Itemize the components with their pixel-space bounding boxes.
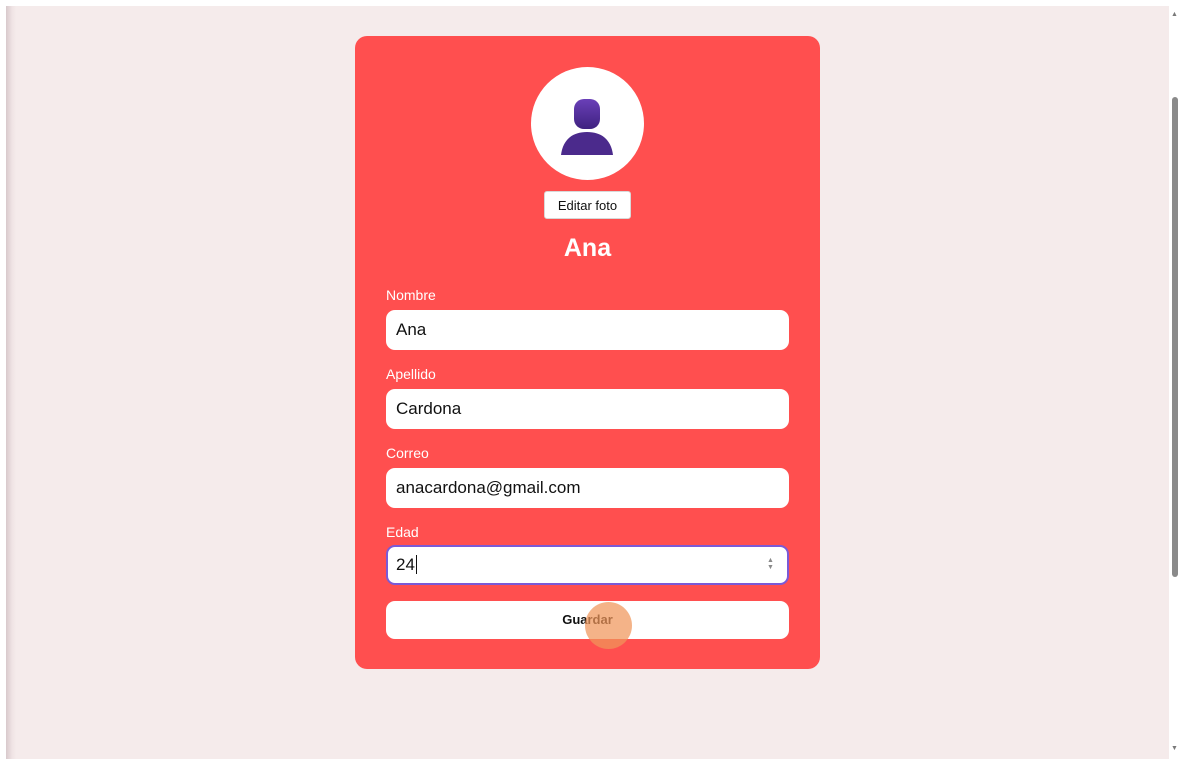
save-button[interactable]: Guardar <box>386 601 789 639</box>
profile-card: Editar foto Ana Nombre Ana Apellido Card… <box>355 36 820 669</box>
profile-avatar <box>531 67 644 180</box>
scroll-up-icon[interactable]: ▲ <box>1171 10 1178 20</box>
age-input[interactable]: 24 ▲ ▼ <box>386 545 789 585</box>
first-name-input[interactable]: Ana <box>386 310 789 350</box>
last-name-input[interactable]: Cardona <box>386 389 789 429</box>
email-input[interactable]: anacardona@gmail.com <box>386 468 789 508</box>
age-value: 24 <box>396 555 415 574</box>
user-avatar-icon <box>561 99 613 155</box>
scroll-down-icon[interactable]: ▼ <box>1171 744 1178 754</box>
vertical-scrollbar[interactable]: ▲ ▼ <box>1169 0 1180 759</box>
text-caret <box>415 554 417 574</box>
page-background: Editar foto Ana Nombre Ana Apellido Card… <box>6 6 1169 759</box>
email-label: Correo <box>386 445 429 461</box>
age-label: Edad <box>386 524 419 540</box>
scrollbar-thumb[interactable] <box>1172 97 1178 577</box>
browser-viewport: Editar foto Ana Nombre Ana Apellido Card… <box>0 0 1180 759</box>
first-name-label: Nombre <box>386 287 436 303</box>
number-spinner-icon[interactable]: ▲ ▼ <box>766 557 775 573</box>
last-name-label: Apellido <box>386 366 436 382</box>
edit-photo-button[interactable]: Editar foto <box>544 191 631 219</box>
page-edge-shadow <box>6 6 16 759</box>
profile-name-heading: Ana <box>563 234 612 262</box>
